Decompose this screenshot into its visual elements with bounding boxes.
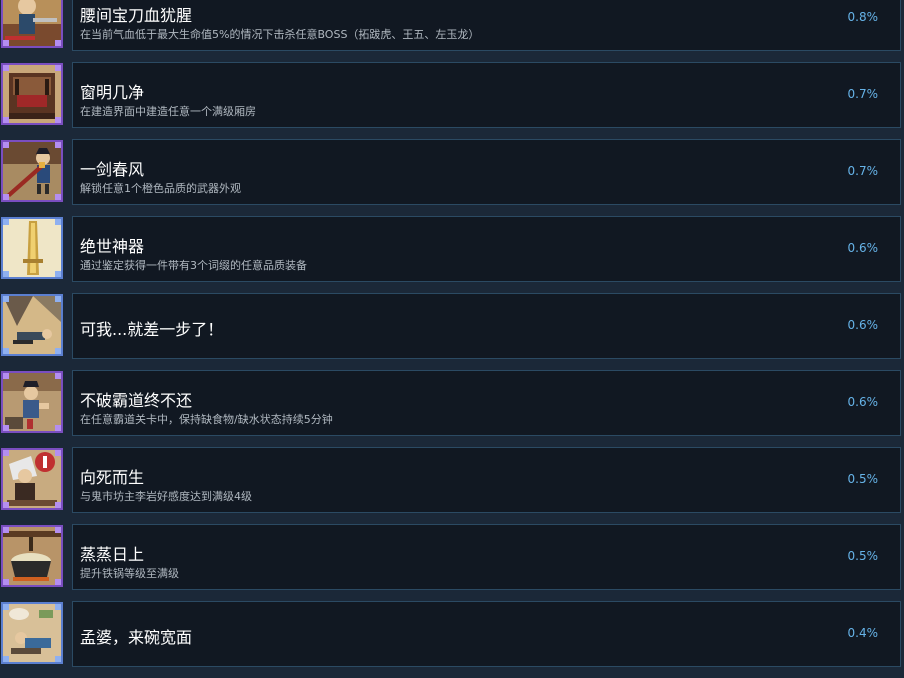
achievement-title: 腰间宝刀血犹腥 (80, 6, 193, 25)
golden-artifact-icon (1, 217, 63, 279)
achievement-card: 一剑春风 解锁任意1个橙色品质的武器外观 0.7% (72, 139, 901, 205)
unlock-percentage: 0.5% (847, 472, 879, 486)
unlock-percentage: 0.5% (847, 549, 879, 563)
achievement-row[interactable]: 蒸蒸日上 提升铁锅等级至满级 0.5% (0, 524, 904, 590)
unlock-percentage: 0.6% (847, 241, 879, 255)
unlock-percentage: 0.6% (847, 318, 879, 332)
achievement-row[interactable]: 孟婆，来碗宽面 0.4% (0, 601, 904, 667)
achievement-card: 蒸蒸日上 提升铁锅等级至满级 0.5% (72, 524, 901, 590)
achievement-description: 提升铁锅等级至满级 (80, 567, 179, 580)
unlock-percentage: 0.7% (847, 164, 879, 178)
achievement-title: 孟婆，来碗宽面 (80, 628, 193, 647)
achievement-description: 在当前气血低于最大生命值5%的情况下击杀任意BOSS（拓跋虎、王五、左玉龙） (80, 28, 480, 41)
achievement-row[interactable]: 绝世神器 通过鉴定获得一件带有3个词缀的任意品质装备 0.6% (0, 216, 904, 282)
furnished-room-icon (1, 63, 63, 125)
achievement-row[interactable]: 窗明几净 在建造界面中建造任意一个满级厢房 0.7% (0, 62, 904, 128)
achievement-row[interactable]: 向死而生 与鬼市坊主李岩好感度达到满级4级 0.5% (0, 447, 904, 513)
achievement-title: 向死而生 (80, 468, 145, 487)
achievement-description: 在建造界面中建造任意一个满级厢房 (80, 105, 256, 118)
achievement-description: 通过鉴定获得一件带有3个词缀的任意品质装备 (80, 259, 307, 272)
achievement-card: 绝世神器 通过鉴定获得一件带有3个词缀的任意品质装备 0.6% (72, 216, 901, 282)
achievement-card: 窗明几净 在建造界面中建造任意一个满级厢房 0.7% (72, 62, 901, 128)
achievement-description: 解锁任意1个橙色品质的武器外观 (80, 182, 241, 195)
achievement-card: 孟婆，来碗宽面 0.4% (72, 601, 901, 667)
achievement-description: 与鬼市坊主李岩好感度达到满级4级 (80, 490, 252, 503)
unlock-percentage: 0.4% (847, 626, 879, 640)
achievement-title: 蒸蒸日上 (80, 545, 145, 564)
achievement-card: 向死而生 与鬼市坊主李岩好感度达到满级4级 0.5% (72, 447, 901, 513)
unlock-percentage: 0.8% (847, 10, 879, 24)
achievement-row[interactable]: 可我...就差一步了！ 0.6% (0, 293, 904, 359)
wanderer-icon (1, 371, 63, 433)
achievement-card: 可我...就差一步了！ 0.6% (72, 293, 901, 359)
swordsman-icon (1, 140, 63, 202)
unlock-percentage: 0.6% (847, 395, 879, 409)
achievement-description: 在任意霸道关卡中，保持缺食物/缺水状态持续5分钟 (80, 413, 333, 426)
fallen-hero-icon (1, 294, 63, 356)
achievement-row[interactable]: 一剑春风 解锁任意1个橙色品质的武器外观 0.7% (0, 139, 904, 205)
achievement-card: 不破霸道终不还 在任意霸道关卡中，保持缺食物/缺水状态持续5分钟 0.6% (72, 370, 901, 436)
achievement-title: 绝世神器 (80, 237, 145, 256)
resting-traveler-icon (1, 602, 63, 664)
achievement-title: 窗明几净 (80, 83, 145, 102)
warrior-portrait-icon (1, 0, 63, 48)
achievement-row[interactable]: 腰间宝刀血犹腥 在当前气血低于最大生命值5%的情况下击杀任意BOSS（拓跋虎、王… (0, 0, 904, 51)
achievement-title: 可我...就差一步了！ (80, 320, 224, 339)
unlock-percentage: 0.7% (847, 87, 879, 101)
achievement-title: 不破霸道终不还 (80, 391, 193, 410)
achievement-row[interactable]: 不破霸道终不还 在任意霸道关卡中，保持缺食物/缺水状态持续5分钟 0.6% (0, 370, 904, 436)
iron-pot-icon (1, 525, 63, 587)
achievement-card: 腰间宝刀血犹腥 在当前气血低于最大生命值5%的情况下击杀任意BOSS（拓跋虎、王… (72, 0, 901, 51)
ghost-market-master-icon (1, 448, 63, 510)
achievement-title: 一剑春风 (80, 160, 145, 179)
